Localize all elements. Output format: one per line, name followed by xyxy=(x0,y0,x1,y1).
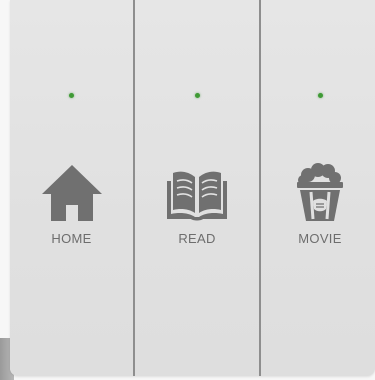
home-label: HOME xyxy=(51,231,92,246)
house-icon xyxy=(40,163,104,223)
movie-key[interactable]: MOVIE xyxy=(261,0,375,376)
read-label: READ xyxy=(178,231,216,246)
scene-switch-panel: HOME READ MOVIE xyxy=(10,0,375,376)
popcorn-icon xyxy=(288,163,352,223)
home-key[interactable]: HOME xyxy=(10,0,133,376)
status-led-home xyxy=(69,93,74,98)
open-book-icon xyxy=(165,163,229,223)
status-led-movie xyxy=(317,93,323,98)
switch-panel-view: HOME READ MOVIE xyxy=(0,0,375,380)
status-led-read xyxy=(194,93,200,98)
movie-label: MOVIE xyxy=(298,231,342,246)
read-key[interactable]: READ xyxy=(135,0,259,376)
